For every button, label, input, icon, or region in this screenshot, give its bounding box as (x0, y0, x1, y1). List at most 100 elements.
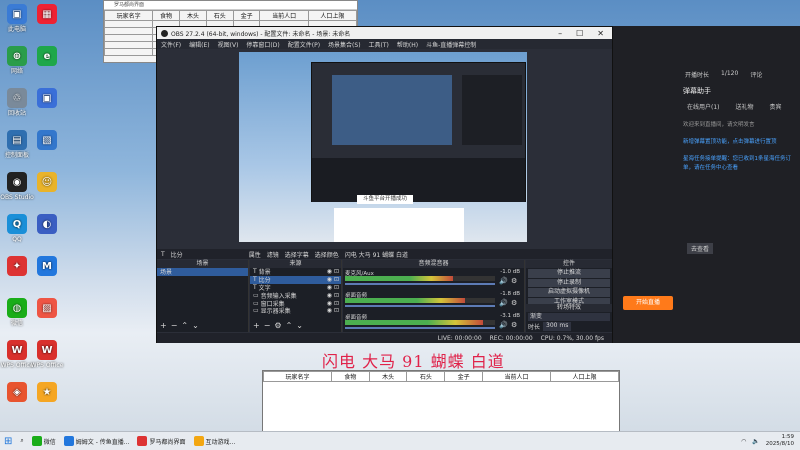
start-button[interactable]: ⊞ (0, 434, 16, 449)
taskbar-app[interactable]: 微信 (28, 434, 60, 449)
visibility-icon[interactable]: ◉ (327, 276, 332, 283)
add-scene-icon[interactable]: + (160, 321, 167, 330)
desktop-icon[interactable]: ▣ (30, 88, 64, 110)
menu-item[interactable]: 编辑(E) (189, 40, 209, 49)
scene-item[interactable]: 场景 (157, 268, 248, 276)
visibility-icon[interactable]: ◉ (327, 307, 332, 314)
lock-icon[interactable]: ⊡ (334, 300, 341, 307)
select-font-button[interactable]: 选择字幕 (285, 250, 309, 259)
desktop-icon-label: WPS Office (0, 362, 34, 369)
visibility-icon[interactable]: ◉ (327, 284, 332, 291)
desktop-icon-label: 网络 (10, 68, 23, 75)
lock-icon[interactable]: ⊡ (334, 268, 341, 275)
chat-tab[interactable]: 1/120 (721, 70, 738, 79)
desktop-icon[interactable]: ▣ 此电脑 (0, 4, 34, 33)
visibility-icon[interactable]: ◉ (327, 268, 332, 275)
preview-canvas[interactable]: 斗鱼平台开播成功 (239, 52, 527, 242)
source-type-icon: ▭ (253, 307, 259, 315)
speaker-icon[interactable]: 🔊 (499, 299, 508, 307)
select-color-button[interactable]: 选择颜色 (315, 250, 339, 259)
desktop-icon[interactable]: ✦ (0, 256, 34, 278)
taskbar: ⊞ ⌕ 微信 姆姆文 - 传鱼直播... 罗马都尚界面 互动游戏... ◠ 🔈 1:5… (0, 431, 800, 450)
desktop-icon[interactable]: W WPS Office (0, 340, 34, 369)
chat-subtab[interactable]: 在线用户(1) (687, 102, 720, 111)
go-check-button[interactable]: 去查看 (687, 243, 714, 254)
wifi-icon[interactable]: ◠ (741, 438, 746, 445)
taskbar-app[interactable]: 互动游戏... (190, 434, 240, 449)
desktop-icon[interactable]: ◈ (0, 382, 34, 404)
close-icon[interactable]: ✕ (597, 29, 604, 38)
desktop-icon[interactable]: ▦ (30, 4, 64, 26)
gear-icon[interactable]: ⚙ (511, 277, 517, 285)
desktop-icon[interactable]: ⊕ 网络 (0, 46, 34, 75)
desktop-icon[interactable]: e (30, 46, 64, 68)
source-down-icon[interactable]: ⌄ (296, 321, 303, 330)
desktop-icon[interactable]: ◉ OBS Studio (0, 172, 34, 201)
desktop-icon[interactable]: ◍ 微信 (0, 298, 34, 327)
desktop-icon[interactable]: ♲ 回收站 (0, 88, 34, 117)
properties-button[interactable]: 属性 (249, 250, 261, 259)
control-button[interactable]: 启动虚拟摄像机 (528, 288, 610, 297)
chat-subtab[interactable]: 贵宾 (770, 102, 782, 111)
lock-icon[interactable]: ⊡ (334, 307, 341, 314)
live-timer: LIVE: 00:00:00 (437, 334, 482, 342)
desktop-icon[interactable]: W WPS Office (30, 340, 64, 369)
move-up-icon[interactable]: ⌃ (181, 321, 188, 330)
speaker-icon[interactable]: 🔊 (499, 321, 508, 329)
control-button[interactable]: 停止录制 (528, 278, 610, 287)
obs-window[interactable]: OBS 27.2.4 (64-bit, windows) - 配置文件: 未命名… (156, 26, 613, 343)
source-up-icon[interactable]: ⌃ (286, 321, 293, 330)
gear-icon[interactable]: ⚙ (511, 299, 517, 307)
source-settings-icon[interactable]: ⚙ (274, 321, 281, 330)
add-source-icon[interactable]: + (253, 321, 260, 330)
volume-slider[interactable] (345, 283, 495, 285)
desktop-icon[interactable]: M (30, 256, 64, 278)
desktop-icon[interactable]: ▤ 控制面板 (0, 130, 34, 159)
volume-icon[interactable]: 🔈 (752, 438, 759, 445)
maximize-icon[interactable]: ☐ (576, 29, 583, 38)
lock-icon[interactable]: ⊡ (334, 284, 341, 291)
desktop-icon[interactable]: Q QQ (0, 214, 34, 243)
desktop-icon[interactable]: ★ (30, 382, 64, 404)
menu-item[interactable]: 帮助(H) (397, 40, 418, 49)
start-live-button[interactable]: 开始直播 (623, 296, 673, 310)
visibility-icon[interactable]: ◉ (327, 292, 332, 299)
chat-subtab[interactable]: 送礼物 (736, 102, 754, 111)
volume-slider[interactable] (345, 305, 495, 307)
visibility-icon[interactable]: ◉ (327, 300, 332, 307)
volume-slider[interactable] (345, 327, 495, 329)
desktop-icon[interactable]: ☺ (30, 172, 64, 194)
menu-item[interactable]: 视图(V) (218, 40, 239, 49)
remove-scene-icon[interactable]: − (171, 321, 178, 330)
remove-source-icon[interactable]: − (264, 321, 271, 330)
lock-icon[interactable]: ⊡ (334, 292, 341, 299)
obs-statusbar: LIVE: 00:00:00 REC: 00:00:00 CPU: 0.7%, … (157, 333, 612, 343)
menu-item[interactable]: 停靠窗口(D) (246, 40, 279, 49)
speaker-icon[interactable]: 🔊 (499, 277, 508, 285)
taskbar-search[interactable]: ⌕ (16, 434, 27, 449)
duration-input[interactable]: 300 ms (543, 322, 572, 331)
douyu-assistant-window[interactable]: 开播时长 1/120 评论 弹幕助手 在线用户(1) 送礼物 贵宾 欢迎来到直播间，请文… (613, 26, 800, 343)
desktop-icon[interactable]: ▨ (30, 298, 64, 320)
chat-tab[interactable]: 评论 (750, 70, 762, 79)
desktop-icon[interactable]: ◐ (30, 214, 64, 236)
source-item[interactable]: ▭ 显示器采集 ◉ ⊡ (250, 307, 341, 315)
menu-item[interactable]: 工具(T) (369, 40, 389, 49)
filters-button[interactable]: 滤镜 (267, 250, 279, 259)
menu-item[interactable]: 配置文件(P) (288, 40, 320, 49)
menu-item[interactable]: 场景集合(S) (328, 40, 361, 49)
taskbar-app[interactable]: 罗马都尚界面 (133, 434, 189, 449)
menu-item[interactable]: 文件(F) (161, 40, 181, 49)
desktop-icon[interactable]: ▧ (30, 130, 64, 152)
control-button[interactable]: 停止推流 (528, 269, 610, 278)
minimize-icon[interactable]: – (558, 29, 562, 38)
transition-select[interactable]: 渐变 (528, 313, 610, 321)
gear-icon[interactable]: ⚙ (511, 321, 517, 329)
taskbar-app[interactable]: 姆姆文 - 传鱼直播... (60, 434, 134, 449)
move-down-icon[interactable]: ⌄ (192, 321, 199, 330)
chat-tab[interactable]: 开播时长 (685, 70, 709, 79)
rec-timer: REC: 00:00:00 (489, 334, 533, 342)
lock-icon[interactable]: ⊡ (334, 276, 341, 283)
menu-item[interactable]: 斗鱼-直播弹幕控制 (426, 40, 476, 49)
app-icon: ◍ (7, 298, 27, 318)
